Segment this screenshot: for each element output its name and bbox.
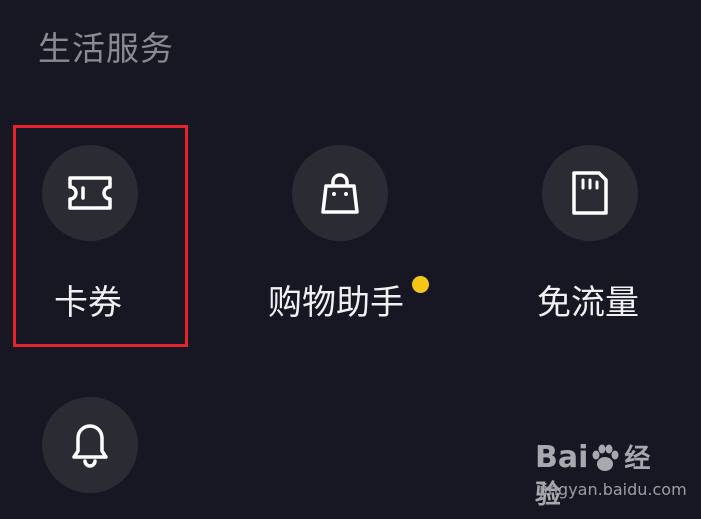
section-title: 生活服务 <box>38 29 174 68</box>
watermark: Bai 经验 jingyan.baidu.com <box>535 440 687 510</box>
watermark-url: jingyan.baidu.com <box>539 480 687 499</box>
icon-circle <box>542 145 638 241</box>
grid-item-free-data[interactable]: 免流量 <box>500 125 680 345</box>
icon-circle <box>42 397 138 493</box>
icon-circle <box>292 145 388 241</box>
highlight-box <box>13 125 188 347</box>
new-badge-dot <box>412 276 429 293</box>
bell-icon <box>72 424 108 468</box>
grid-item-shopping-assistant[interactable]: 购物助手 <box>250 125 450 345</box>
sim-card-icon <box>572 171 608 215</box>
grid-item-notifications[interactable] <box>0 377 180 519</box>
shopping-bag-icon <box>321 173 359 214</box>
paw-icon <box>592 444 619 471</box>
watermark-logo: Bai 经验 <box>535 440 670 513</box>
grid-item-label: 免流量 <box>537 283 639 323</box>
grid-item-label: 购物助手 <box>268 283 404 323</box>
watermark-brand: Bai <box>535 440 589 475</box>
